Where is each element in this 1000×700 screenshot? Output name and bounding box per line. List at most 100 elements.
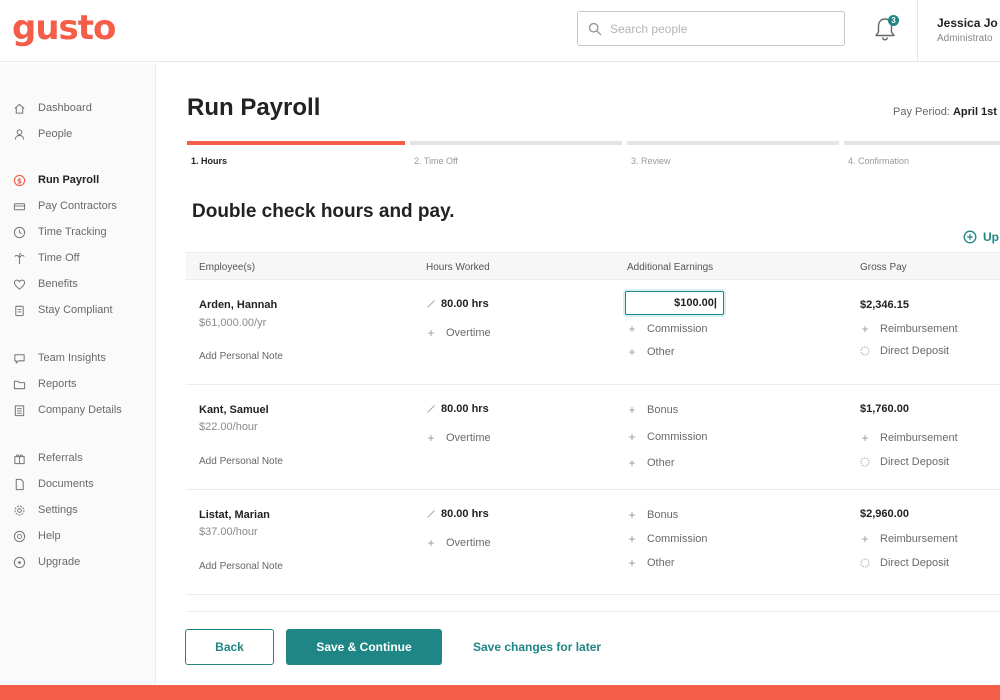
- option-label: Overtime: [446, 432, 491, 444]
- sidebar-item-upgrade[interactable]: Upgrade: [12, 553, 80, 571]
- add-commission[interactable]: + Commission: [627, 532, 707, 546]
- gusto-logo[interactable]: gusto: [12, 8, 116, 48]
- option-label: Reimbursement: [880, 323, 958, 335]
- upgrade-link[interactable]: Up: [963, 230, 999, 244]
- add-note-link[interactable]: Add Personal Note: [199, 456, 283, 467]
- add-other-earning[interactable]: + Other: [627, 456, 674, 470]
- user-menu[interactable]: Jessica Jo Administrato: [937, 16, 998, 44]
- add-other-earning[interactable]: + Other: [627, 556, 674, 570]
- sidebar-item-time-tracking[interactable]: Time Tracking: [12, 223, 107, 241]
- hours-value: 80.00 hrs: [441, 508, 489, 520]
- back-button[interactable]: Back: [185, 629, 274, 665]
- employee-name[interactable]: Arden, Hannah: [199, 299, 277, 311]
- sidebar-item-label: Documents: [38, 478, 94, 490]
- sidebar-item-label: Time Tracking: [38, 226, 107, 238]
- sidebar-item-label: Benefits: [38, 278, 78, 290]
- sidebar-item-team-insights[interactable]: Team Insights: [12, 349, 106, 367]
- add-reimbursement[interactable]: + Reimbursement: [860, 532, 957, 546]
- gear-icon: [12, 503, 26, 517]
- plus-icon: +: [628, 345, 636, 359]
- search-icon: [588, 22, 602, 35]
- step-time-off[interactable]: 2. Time Off: [410, 141, 622, 166]
- sidebar-item-pay-contractors[interactable]: Pay Contractors: [12, 197, 117, 215]
- help-icon: [12, 529, 26, 543]
- option-label: Overtime: [446, 537, 491, 549]
- pay-period: Pay Period: April 1st: [893, 106, 997, 118]
- direct-deposit[interactable]: Direct Deposit: [860, 557, 949, 569]
- sidebar-item-company-details[interactable]: Company Details: [12, 401, 122, 419]
- gross-pay: $1,760.00: [860, 403, 909, 415]
- option-label: Overtime: [446, 327, 491, 339]
- option-label: Direct Deposit: [880, 456, 950, 468]
- sidebar-item-label: Company Details: [38, 404, 122, 416]
- sidebar-item-dashboard[interactable]: Dashboard: [12, 99, 92, 117]
- clipboard-icon: [12, 303, 26, 317]
- sidebar-item-label: People: [38, 128, 73, 140]
- plus-icon: +: [861, 431, 869, 445]
- table-row: Listat, Marian $37.00/hour Add Personal …: [186, 490, 1000, 595]
- add-bonus[interactable]: + Bonus: [627, 403, 678, 417]
- option-label: Direct Deposit: [880, 345, 950, 357]
- direct-deposit[interactable]: Direct Deposit: [860, 456, 949, 468]
- sidebar-item-reports[interactable]: Reports: [12, 375, 77, 393]
- sidebar-item-run-payroll[interactable]: $ Run Payroll: [12, 171, 99, 189]
- sidebar-item-benefits[interactable]: Benefits: [12, 275, 78, 293]
- save-for-later-link[interactable]: Save changes for later: [473, 640, 601, 654]
- add-note-link[interactable]: Add Personal Note: [199, 561, 283, 572]
- sidebar-item-label: Time Off: [38, 252, 80, 264]
- sidebar-item-stay-compliant[interactable]: Stay Compliant: [12, 301, 113, 319]
- table-bottom-divider: [186, 611, 1000, 612]
- add-overtime[interactable]: + Overtime: [426, 536, 491, 550]
- plus-icon: +: [628, 508, 636, 522]
- notifications-button[interactable]: 3: [870, 14, 900, 44]
- sidebar-item-documents[interactable]: Documents: [12, 475, 94, 493]
- step-label: 4. Confirmation: [848, 156, 910, 166]
- pay-period-value: April 1st: [952, 106, 997, 118]
- section-heading: Double check hours and pay.: [192, 201, 455, 222]
- sidebar-item-label: Pay Contractors: [38, 200, 117, 212]
- add-commission[interactable]: + Commission: [627, 322, 707, 336]
- hours-worked[interactable]: 80.00 hrs: [426, 298, 489, 310]
- step-review[interactable]: 3. Review: [627, 141, 839, 166]
- sidebar-item-label: Settings: [38, 504, 78, 516]
- sidebar-item-help[interactable]: Help: [12, 527, 61, 545]
- upgrade-icon: [12, 555, 26, 569]
- hours-worked[interactable]: 80.00 hrs: [426, 403, 489, 415]
- add-note-link[interactable]: Add Personal Note: [199, 351, 283, 362]
- option-label: Direct Deposit: [880, 557, 950, 569]
- sidebar-item-referrals[interactable]: Referrals: [12, 449, 83, 467]
- building-icon: [12, 403, 26, 417]
- step-label: 3. Review: [631, 156, 671, 166]
- add-bonus[interactable]: + Bonus: [627, 508, 678, 522]
- table-header: Employee(s) Hours Worked Additional Earn…: [186, 252, 1000, 280]
- employee-name[interactable]: Kant, Samuel: [199, 404, 269, 416]
- direct-deposit[interactable]: Direct Deposit: [860, 345, 949, 357]
- hours-worked[interactable]: 80.00 hrs: [426, 508, 489, 520]
- step-confirmation[interactable]: 4. Confirmation: [844, 141, 1000, 166]
- pencil-icon: [427, 510, 435, 518]
- search-input[interactable]: [610, 21, 830, 36]
- sidebar-item-time-off[interactable]: Time Off: [12, 249, 80, 267]
- plus-icon: +: [628, 556, 636, 570]
- search-box[interactable]: [577, 11, 845, 46]
- hours-value: 80.00 hrs: [441, 298, 489, 310]
- add-reimbursement[interactable]: + Reimbursement: [860, 431, 957, 445]
- save-continue-button[interactable]: Save & Continue: [286, 629, 442, 665]
- user-name: Jessica Jo: [937, 16, 998, 30]
- additional-earning-input[interactable]: [625, 291, 724, 315]
- add-commission[interactable]: + Commission: [627, 430, 708, 444]
- option-label: Commission: [647, 431, 708, 443]
- sidebar-item-settings[interactable]: Settings: [12, 501, 78, 519]
- employee-name[interactable]: Listat, Marian: [199, 509, 270, 521]
- employee-rate: $61,000.00/yr: [199, 317, 267, 329]
- clock-icon: [12, 225, 26, 239]
- sidebar-item-people[interactable]: People: [12, 125, 72, 143]
- add-overtime[interactable]: + Overtime: [426, 431, 491, 445]
- step-hours[interactable]: 1. Hours: [187, 141, 405, 166]
- add-reimbursement[interactable]: + Reimbursement: [860, 322, 958, 336]
- add-other-earning[interactable]: + Other: [627, 345, 674, 359]
- add-overtime[interactable]: + Overtime: [426, 326, 491, 340]
- option-label: Bonus: [647, 404, 679, 416]
- plus-icon: +: [861, 322, 869, 336]
- plus-icon: +: [628, 403, 636, 417]
